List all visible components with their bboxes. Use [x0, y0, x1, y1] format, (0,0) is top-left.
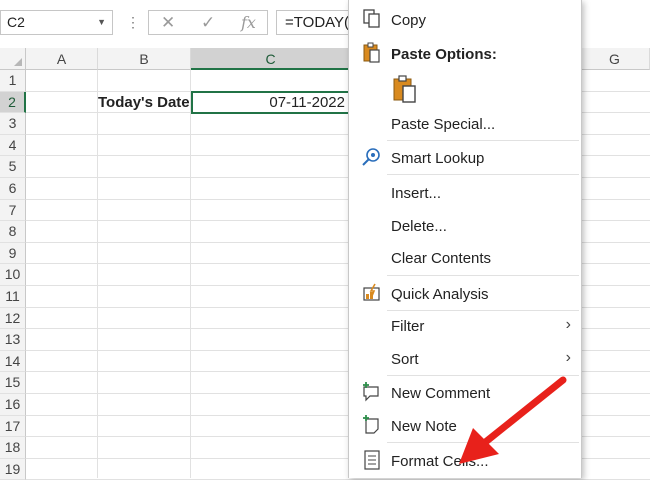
menu-label: Quick Analysis [391, 286, 489, 303]
menu-item-quick-analysis[interactable]: Quick Analysis [349, 282, 581, 308]
menu-item-copy[interactable]: Copy [349, 8, 581, 34]
format-cells-icon [364, 450, 380, 470]
row-header[interactable]: 4 [0, 134, 26, 157]
menu-item-smart-lookup[interactable]: Smart Lookup [349, 146, 581, 172]
menu-separator [387, 174, 579, 175]
menu-label: Insert... [391, 185, 442, 202]
row-header[interactable]: 16 [0, 394, 26, 416]
formula-tools: ✕ ✓ fx [148, 10, 268, 35]
cell-c2-selected[interactable]: 07-11-2022 [191, 91, 351, 114]
paste-option-button[interactable] [387, 70, 423, 106]
column-header-c[interactable]: C [191, 48, 351, 70]
row-header[interactable]: 7 [0, 199, 26, 222]
select-all-icon [14, 58, 22, 66]
row-header[interactable]: 12 [0, 307, 26, 330]
chevron-right-icon: › [565, 349, 571, 366]
chevron-down-icon[interactable]: ▼ [97, 11, 106, 34]
row-header[interactable]: 10 [0, 264, 26, 286]
column-header-b[interactable]: B [98, 48, 191, 70]
name-box-value: C2 [7, 14, 25, 30]
row-header[interactable]: 5 [0, 156, 26, 178]
menu-label: Smart Lookup [391, 150, 485, 167]
paste-options-header: Paste Options: [349, 42, 581, 68]
column-header-a[interactable]: A [26, 48, 98, 70]
menu-separator [387, 275, 579, 276]
insert-function-icon[interactable]: fx [241, 12, 256, 34]
enter-icon[interactable]: ✓ [201, 12, 215, 34]
cell-b2[interactable]: Today's Date [98, 92, 190, 114]
row-header[interactable]: 18 [0, 437, 26, 459]
row-header[interactable]: 11 [0, 286, 26, 308]
menu-label: Paste Special... [391, 116, 496, 133]
smart-lookup-icon [362, 148, 380, 166]
grid-line [97, 70, 98, 478]
column-header-g[interactable]: G [580, 48, 650, 70]
menu-item-delete[interactable]: Delete... [349, 214, 581, 240]
menu-item-clear-contents[interactable]: Clear Contents [349, 246, 581, 272]
menu-label: Sort [391, 351, 419, 368]
menu-item-insert[interactable]: Insert... [349, 181, 581, 207]
red-arrow-annotation [459, 376, 567, 464]
row-header[interactable]: 17 [0, 415, 26, 438]
paste-clipboard-icon [393, 75, 416, 103]
row-header[interactable]: 15 [0, 372, 26, 394]
menu-label: New Note [391, 418, 457, 435]
cancel-icon[interactable]: ✕ [161, 12, 175, 34]
chevron-right-icon: › [565, 316, 571, 333]
menu-item-sort[interactable]: Sort › [349, 347, 581, 373]
copy-icon [363, 9, 380, 28]
menu-label: Paste Options: [391, 46, 497, 63]
row-header[interactable]: 6 [0, 178, 26, 200]
menu-label: Delete... [391, 218, 447, 235]
new-note-icon [363, 415, 379, 434]
row-header[interactable]: 8 [0, 221, 26, 243]
select-all-corner[interactable] [0, 48, 26, 70]
new-comment-icon [363, 382, 379, 402]
row-header[interactable]: 9 [0, 242, 26, 265]
quick-analysis-icon [363, 283, 380, 301]
more-options-icon[interactable]: ⋮ [126, 14, 140, 31]
menu-item-paste-special[interactable]: Paste Special... [349, 112, 581, 138]
menu-separator [387, 140, 579, 141]
name-box[interactable]: C2 ▼ [0, 10, 113, 35]
menu-label: Copy [391, 12, 427, 29]
row-header[interactable]: 13 [0, 329, 26, 351]
menu-label: Clear Contents [391, 250, 492, 267]
grid-line [190, 70, 191, 478]
menu-item-filter[interactable]: Filter › [349, 314, 581, 340]
paste-icon [363, 42, 380, 63]
menu-separator [387, 310, 579, 311]
row-header[interactable]: 1 [0, 70, 26, 92]
row-header[interactable]: 14 [0, 350, 26, 373]
row-header[interactable]: 19 [0, 458, 26, 480]
row-header[interactable]: 3 [0, 113, 26, 135]
row-header[interactable]: 2 [0, 91, 26, 114]
menu-label: Filter [391, 318, 425, 335]
